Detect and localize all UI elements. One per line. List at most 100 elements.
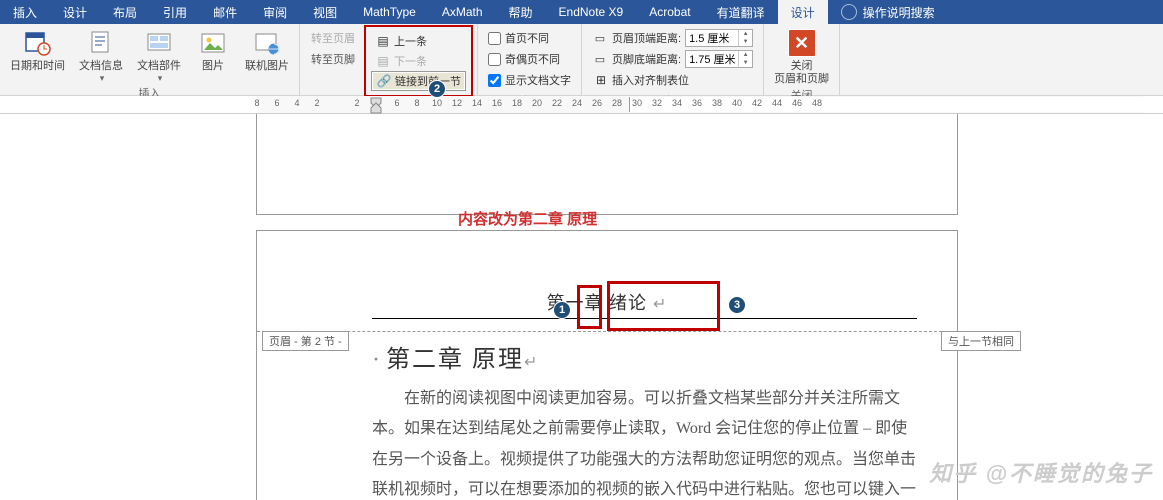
footer-dist-icon: ▭: [592, 51, 608, 67]
ruler-tick: 8: [254, 98, 259, 108]
calendar-clock-icon: [23, 28, 53, 58]
ruler-tick: 4: [294, 98, 299, 108]
ruler-tick: 30: [632, 98, 642, 108]
ruler-tick: 18: [512, 98, 522, 108]
btn-docparts[interactable]: 文档部件: [131, 26, 187, 84]
tab-insert[interactable]: 插入: [0, 0, 50, 24]
align-tab-icon: ⊞: [593, 72, 609, 88]
btn-insert-align-tab[interactable]: ⊞插入对齐制表位: [589, 70, 756, 90]
ruler-tick: 48: [812, 98, 822, 108]
input-header-top[interactable]: [686, 30, 738, 46]
ruler-tick: 2: [314, 98, 319, 108]
tellme-search[interactable]: 操作说明搜索: [828, 0, 948, 24]
ruler-tick: 6: [274, 98, 279, 108]
btn-prev-section[interactable]: ▤上一条: [371, 31, 466, 51]
picture-icon: [198, 28, 228, 58]
docparts-icon: [144, 28, 174, 58]
tab-layout[interactable]: 布局: [100, 0, 150, 24]
ruler-tick: 34: [672, 98, 682, 108]
header-section-tag: 页眉 - 第 2 节 -: [262, 331, 349, 351]
spin-up[interactable]: ▲: [739, 51, 752, 59]
input-footer-bottom[interactable]: [686, 51, 738, 67]
ruler-tick: 32: [652, 98, 662, 108]
tab-help[interactable]: 帮助: [496, 0, 546, 24]
ruler-tick: 14: [472, 98, 482, 108]
group-insert: 日期和时间 文档信息 文档部件 图片: [0, 24, 300, 95]
tab-youdao[interactable]: 有道翻译: [704, 0, 778, 24]
annotation-text: 内容改为第二章 原理: [458, 208, 597, 229]
tab-references[interactable]: 引用: [150, 0, 200, 24]
onlinepic-icon: [252, 28, 282, 58]
header-dist-icon: ▭: [592, 30, 608, 46]
tab-review[interactable]: 审阅: [250, 0, 300, 24]
document-canvas: 内容改为第二章 原理 第一章 绪论↵ 1 3 页眉 - 第 2 节 - 与上一节…: [0, 114, 1163, 500]
page-body[interactable]: 第二章 原理↵ 在新的阅读视图中阅读更加容易。可以折叠文档某些部分并关注所需文本…: [372, 339, 917, 500]
chk-diff-oddeven[interactable]: 奇偶页不同: [485, 49, 574, 69]
step-marker-2: 2: [428, 80, 446, 98]
spin-header-top: ▭ 页眉顶端距离: ▲▼: [589, 28, 756, 48]
btn-goto-footer[interactable]: 转至页脚: [307, 49, 359, 69]
ruler-tick: 12: [452, 98, 462, 108]
step-marker-1: 1: [553, 301, 571, 319]
ruler-tick: 44: [772, 98, 782, 108]
ruler-tick: 10: [432, 98, 442, 108]
spin-up[interactable]: ▲: [739, 30, 752, 38]
ruler-tick: 22: [552, 98, 562, 108]
tab-mathtype[interactable]: MathType: [350, 0, 429, 24]
ruler-tick: 20: [532, 98, 542, 108]
chk-diff-first[interactable]: 首页不同: [485, 28, 574, 48]
group-close: ✕ 关闭 页眉和页脚 关闭: [764, 24, 840, 95]
tab-endnote[interactable]: EndNote X9: [546, 0, 637, 24]
btn-close-header-footer[interactable]: ✕ 关闭 页眉和页脚: [768, 26, 835, 86]
same-as-previous-tag: 与上一节相同: [941, 331, 1021, 351]
btn-picture[interactable]: 图片: [189, 26, 237, 73]
btn-goto-header: 转至页眉: [307, 28, 359, 48]
indent-first-line-marker[interactable]: [369, 96, 383, 114]
chk-show-doctext[interactable]: 显示文档文字: [485, 70, 574, 90]
ruler-tick: 28: [612, 98, 622, 108]
ruler-tick: 38: [712, 98, 722, 108]
tab-design[interactable]: 设计: [50, 0, 100, 24]
watermark: 知乎 @不睡觉的兔子: [929, 456, 1153, 488]
page-previous: [257, 114, 957, 214]
ruler-tick: 46: [792, 98, 802, 108]
ruler-tick: 40: [732, 98, 742, 108]
group-position: ▭ 页眉顶端距离: ▲▼ ▭ 页脚底端距离: ▲▼ ⊞插入对齐制表位 位置: [582, 24, 764, 95]
body-paragraph[interactable]: 在新的阅读视图中阅读更加容易。可以折叠文档某些部分并关注所需文本。如果在达到结尾…: [372, 384, 917, 500]
ribbon: 日期和时间 文档信息 文档部件 图片: [0, 24, 1163, 96]
ruler-tick: 26: [592, 98, 602, 108]
ruler-tick: 6: [394, 98, 399, 108]
btn-link-to-previous[interactable]: 🔗链接到前一节: [371, 71, 466, 91]
spin-footer-bottom: ▭ 页脚底端距离: ▲▼: [589, 49, 756, 69]
highlight-box-cursor: [577, 285, 602, 329]
group-navigation: 转至页眉 转至页脚 ▤上一条 ▤下一条 🔗链接到前一节: [300, 24, 478, 95]
tab-mail[interactable]: 邮件: [200, 0, 250, 24]
page-header-area[interactable]: 第一章 绪论↵ 1 3: [257, 271, 957, 331]
ruler-tick: 16: [492, 98, 502, 108]
tab-hf-design[interactable]: 设计: [778, 0, 828, 24]
tab-axmath[interactable]: AxMath: [429, 0, 496, 24]
btn-onlinepic[interactable]: 联机图片: [239, 26, 295, 73]
chapter-title[interactable]: 第二章 原理↵: [372, 339, 917, 374]
spin-down[interactable]: ▼: [739, 59, 752, 67]
ruler-horizontal[interactable]: 8642246810121416182022242628303234363840…: [0, 96, 1163, 114]
spin-down[interactable]: ▼: [739, 38, 752, 46]
step-marker-3: 3: [728, 296, 746, 314]
page-current[interactable]: 第一章 绪论↵ 1 3 页眉 - 第 2 节 - 与上一节相同 第二章 原理↵ …: [257, 231, 957, 500]
header-boundary: [257, 331, 957, 332]
docinfo-icon: [86, 28, 116, 58]
link-icon: 🔗: [376, 73, 392, 89]
ribbon-tabs: 插入 设计 布局 引用 邮件 审阅 视图 MathType AxMath 帮助 …: [0, 0, 1163, 24]
btn-docinfo[interactable]: 文档信息: [73, 26, 129, 84]
ruler-tick: 24: [572, 98, 582, 108]
ruler-tick: 42: [752, 98, 762, 108]
tab-view[interactable]: 视图: [300, 0, 350, 24]
highlight-box-header-text: [607, 281, 720, 331]
tab-acrobat[interactable]: Acrobat: [636, 0, 703, 24]
group-options: 首页不同 奇偶页不同 显示文档文字 选项: [478, 24, 582, 95]
next-icon: ▤: [375, 53, 391, 69]
ruler-tick: 36: [692, 98, 702, 108]
btn-datetime[interactable]: 日期和时间: [4, 26, 71, 73]
ruler-tick: 8: [414, 98, 419, 108]
btn-next-section[interactable]: ▤下一条: [371, 51, 466, 71]
